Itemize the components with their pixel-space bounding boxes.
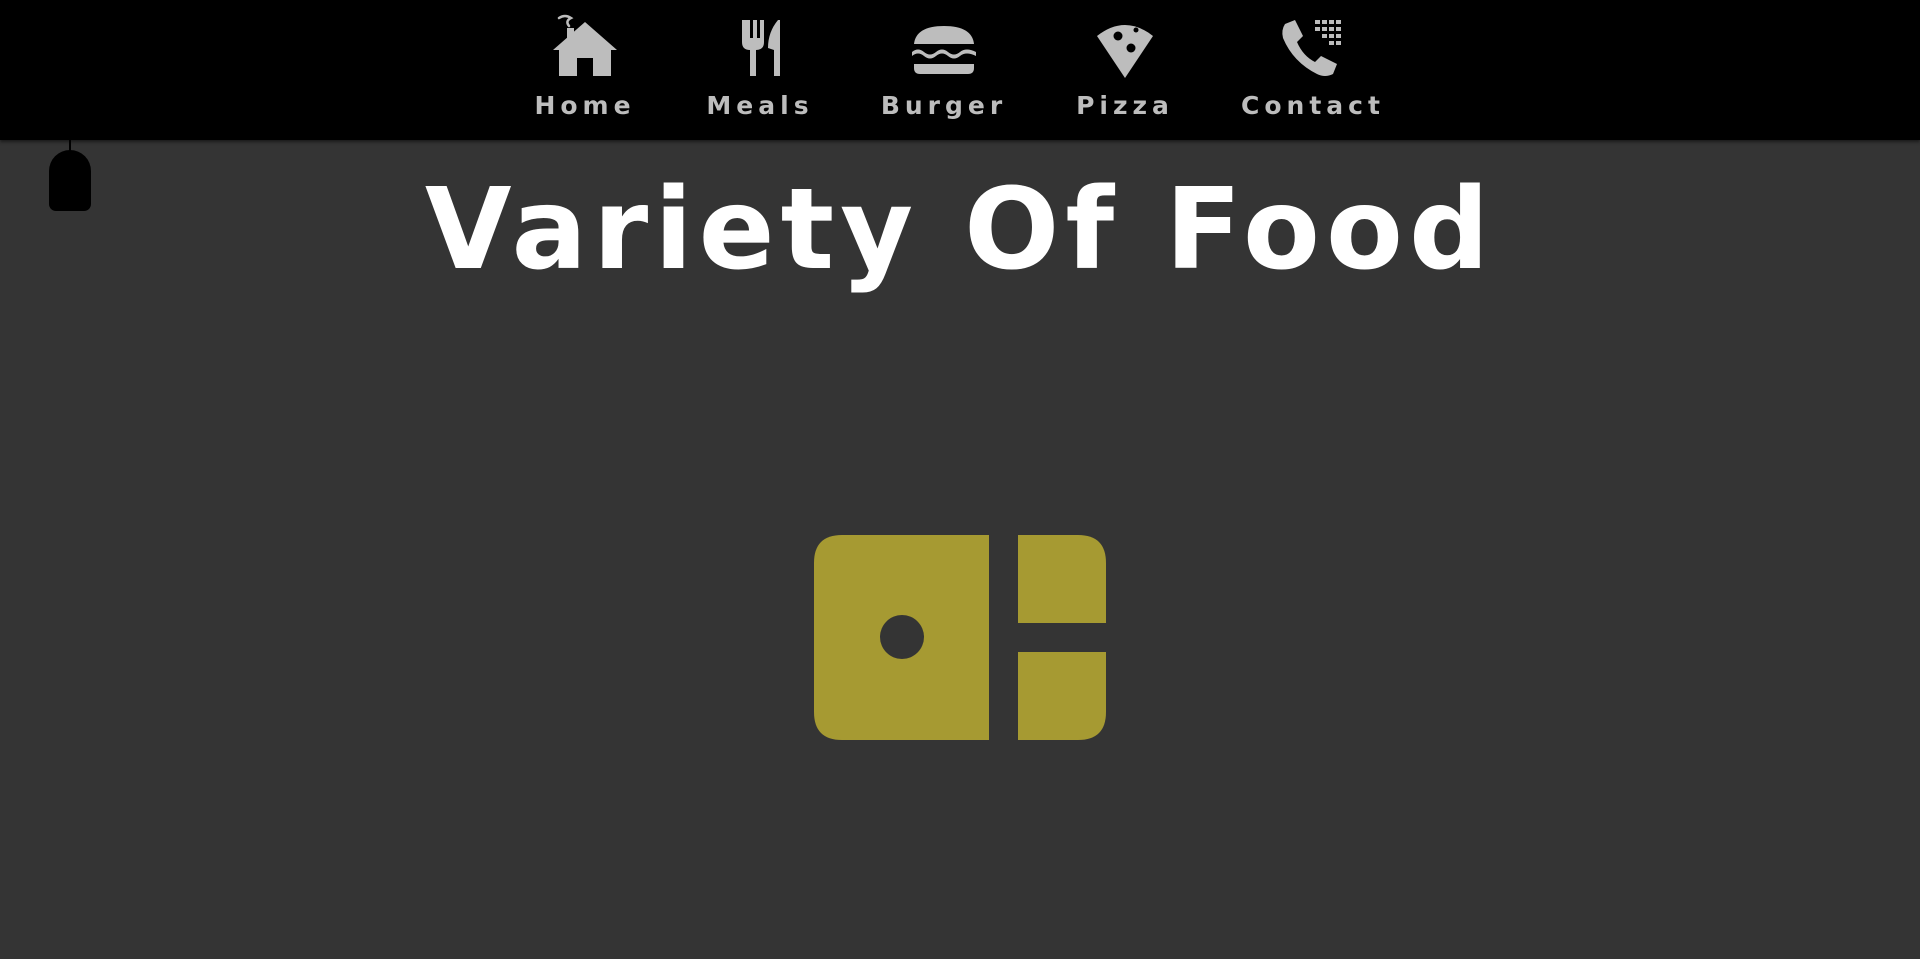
pizza-slice-icon: [1085, 14, 1165, 84]
cash-register-icon: [814, 535, 1106, 740]
fork-knife-icon: [720, 14, 800, 84]
phone-keypad-icon: [1273, 14, 1353, 84]
top-navbar: Home Meals Burger Pizza Contact: [0, 0, 1920, 140]
nav-label-pizza: Pizza: [1076, 91, 1174, 120]
page-title: Variety Of Food: [424, 165, 1496, 295]
nav-label-meals: Meals: [706, 91, 814, 120]
burger-icon: [904, 14, 984, 84]
nav-label-burger: Burger: [880, 91, 1008, 120]
nav-label-home: Home: [534, 91, 636, 120]
nav-label-contact: Contact: [1241, 91, 1385, 120]
house-icon: [545, 14, 625, 84]
